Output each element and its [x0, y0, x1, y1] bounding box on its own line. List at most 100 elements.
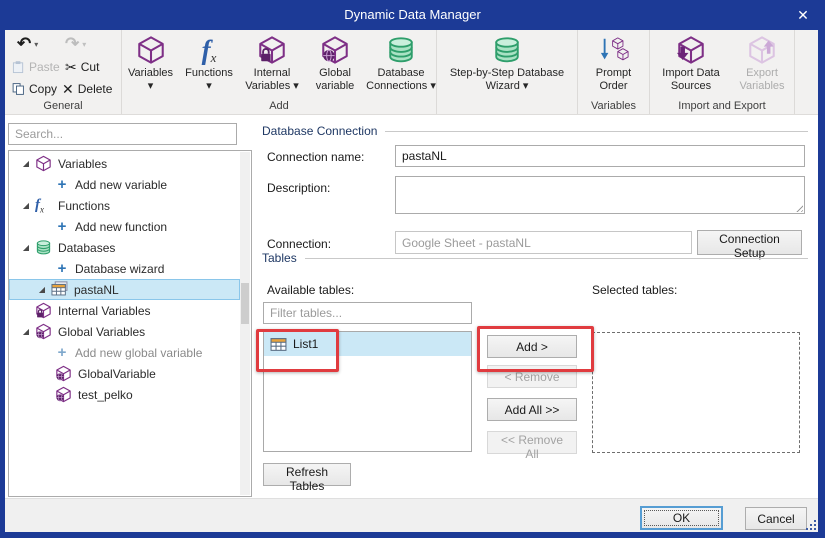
chevron-down-icon: ▾: [206, 80, 212, 93]
selected-tables-listbox[interactable]: [592, 332, 800, 453]
tree-item-pastanl[interactable]: ◢ pastaNL: [9, 279, 240, 300]
ribbon-group-add: Variables ▾ fx Functions ▾ Internal Vari…: [122, 30, 437, 114]
expander-icon[interactable]: ◢: [37, 285, 47, 294]
connection-name-label: Connection name:: [267, 150, 364, 164]
tree-item-test-pelko[interactable]: test_pelko: [9, 384, 240, 405]
undo-icon: ↶: [17, 36, 31, 52]
dialog-title: Dynamic Data Manager: [0, 0, 825, 30]
functions-button[interactable]: fx Functions ▾: [179, 33, 239, 99]
database-wizard-icon: [492, 35, 522, 65]
database-table-icon: [51, 281, 68, 298]
ribbon-group-general: ↶ ▾ ↷ ▾ Paste ✂ Cut Copy ✕ Delete: [5, 30, 122, 114]
chevron-down-icon: ▾: [148, 80, 154, 93]
window-border-bottom: [0, 532, 825, 538]
prompt-order-button[interactable]: Prompt Order: [580, 33, 648, 99]
tree-item-globalvariable[interactable]: GlobalVariable: [9, 363, 240, 384]
window-border-left: [0, 0, 5, 538]
plus-icon: +: [55, 262, 69, 276]
redo-icon: ↷: [65, 36, 79, 52]
description-textarea[interactable]: [395, 176, 805, 214]
delete-x-icon: ✕: [62, 82, 74, 96]
redo-button[interactable]: ↷ ▾: [65, 36, 86, 52]
cancel-button[interactable]: Cancel: [745, 507, 807, 530]
databases-icon: [35, 239, 52, 256]
database-connections-button[interactable]: Database Connections ▾: [365, 33, 437, 99]
add-all-button[interactable]: Add All >>: [487, 398, 577, 421]
variables-cube-icon: [35, 155, 52, 172]
remove-all-button[interactable]: << Remove All: [487, 431, 577, 454]
plus-icon: +: [55, 346, 69, 360]
global-variable-globe-cube-icon: [55, 365, 72, 382]
undo-button[interactable]: ↶ ▾: [17, 36, 38, 52]
expander-icon[interactable]: ◢: [21, 201, 31, 210]
refresh-tables-button[interactable]: Refresh Tables: [263, 463, 351, 486]
ribbon-toolbar: ↶ ▾ ↷ ▾ Paste ✂ Cut Copy ✕ Delete: [5, 30, 818, 115]
paste-button[interactable]: Paste: [12, 60, 60, 74]
expander-icon[interactable]: ◢: [21, 243, 31, 252]
global-variable-globe-cube-icon: [35, 323, 52, 340]
database-connections-icon: [386, 35, 416, 65]
group-label-variables: Variables: [578, 100, 649, 112]
variables-button[interactable]: Variables ▾: [122, 33, 179, 99]
import-data-sources-button[interactable]: Import Data Sources: [651, 33, 731, 99]
variables-cube-icon: [136, 35, 166, 65]
tree-item-functions[interactable]: ◢ fx Functions: [9, 195, 240, 216]
expander-icon[interactable]: ◢: [21, 327, 31, 336]
plus-icon: +: [55, 220, 69, 234]
import-data-sources-icon: [676, 35, 706, 65]
connection-name-input[interactable]: [395, 145, 805, 167]
titlebar: Dynamic Data Manager ✕: [0, 0, 825, 30]
available-tables-label: Available tables:: [267, 283, 354, 297]
add-button[interactable]: Add >: [487, 335, 577, 358]
global-variable-globe-cube-icon: [55, 386, 72, 403]
tree-item-add-new-variable[interactable]: + Add new variable: [9, 174, 240, 195]
internal-variables-button[interactable]: Internal Variables ▾: [239, 33, 305, 99]
selected-tables-label: Selected tables:: [592, 283, 677, 297]
tree-item-internal-variables[interactable]: Internal Variables: [9, 300, 240, 321]
export-variables-button[interactable]: Export Variables: [731, 33, 793, 99]
filter-tables-input[interactable]: [263, 302, 472, 324]
tree-item-database-wizard[interactable]: + Database wizard: [9, 258, 240, 279]
tree-item-variables[interactable]: ◢ Variables: [9, 153, 240, 174]
scissors-icon: ✂: [65, 60, 77, 74]
dialog-footer: OK Cancel: [5, 498, 818, 532]
chevron-down-icon: ▾: [82, 40, 86, 49]
table-icon: [270, 336, 287, 353]
tree-scrollbar[interactable]: [240, 152, 250, 495]
tables-heading: Tables: [262, 251, 808, 265]
search-input[interactable]: [8, 123, 237, 145]
expander-icon[interactable]: ◢: [21, 159, 31, 168]
list-item-list1[interactable]: List1: [264, 332, 471, 356]
internal-variables-lock-cube-icon: [35, 302, 52, 319]
internal-variables-lock-cube-icon: [257, 35, 287, 65]
tree-scrollbar-thumb[interactable]: [241, 283, 249, 324]
global-variable-button[interactable]: Global variable: [305, 33, 365, 99]
ribbon-filler: [795, 30, 818, 114]
chevron-down-icon: ▾: [34, 40, 38, 49]
cut-button[interactable]: ✂ Cut: [65, 60, 99, 74]
prompt-order-icon: [599, 35, 629, 65]
tree-item-add-new-function[interactable]: + Add new function: [9, 216, 240, 237]
description-label: Description:: [267, 181, 330, 195]
available-tables-listbox[interactable]: List1: [263, 331, 472, 452]
tree-item-global-variables[interactable]: ◢ Global Variables: [9, 321, 240, 342]
delete-button[interactable]: ✕ Delete: [62, 82, 112, 96]
step-by-step-database-wizard-button[interactable]: Step-by-Step Database Wizard ▾: [439, 33, 576, 99]
paste-icon: [12, 60, 25, 74]
connection-label: Connection:: [267, 237, 331, 251]
database-connection-heading: Database Connection: [262, 124, 808, 138]
ribbon-group-import-export: Import Data Sources Export Variables Imp…: [650, 30, 795, 114]
functions-fx-icon: fx: [35, 197, 52, 214]
close-icon[interactable]: ✕: [789, 0, 817, 30]
ok-button[interactable]: OK: [640, 506, 723, 530]
tree-item-databases[interactable]: ◢ Databases: [9, 237, 240, 258]
dynamic-data-manager-dialog: Dynamic Data Manager ✕ ↶ ▾ ↷ ▾ Paste ✂ C…: [0, 0, 825, 538]
tree-item-add-new-global-variable[interactable]: + Add new global variable: [9, 342, 240, 363]
remove-button[interactable]: < Remove: [487, 365, 577, 388]
copy-icon: [12, 82, 25, 96]
ribbon-group-variables: Prompt Order Variables: [578, 30, 650, 114]
copy-button[interactable]: Copy: [12, 82, 57, 96]
plus-icon: +: [55, 178, 69, 192]
window-border-right: [818, 0, 825, 538]
resize-grip-icon[interactable]: [803, 517, 816, 530]
